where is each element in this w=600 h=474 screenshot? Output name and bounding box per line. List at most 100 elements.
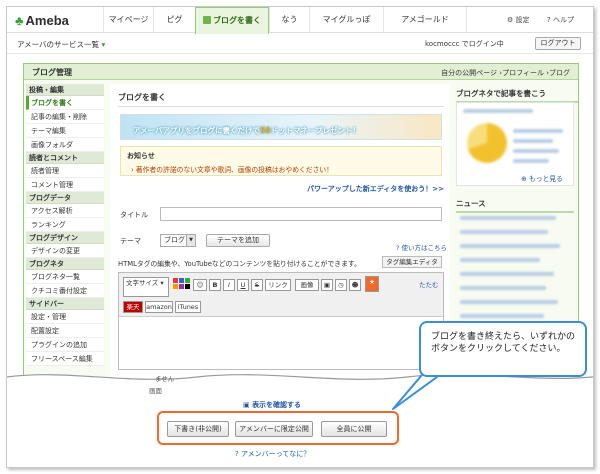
theme-label: テーマ bbox=[120, 237, 141, 245]
underline-button[interactable]: U bbox=[237, 279, 249, 291]
sidebar-category: サイドバー bbox=[26, 298, 104, 310]
italic-button[interactable]: I bbox=[223, 279, 235, 291]
news-item[interactable] bbox=[460, 258, 540, 262]
neta-heading: ブログネタで記事を書こう bbox=[456, 88, 578, 103]
nav-mypage[interactable]: マイページ bbox=[103, 7, 153, 33]
truncated-text: 画面 bbox=[149, 387, 162, 395]
news-item[interactable] bbox=[460, 230, 548, 234]
pigg-icon[interactable]: ★ bbox=[365, 276, 379, 292]
amember-help-link[interactable]: ? アメンバーってなに？ bbox=[235, 449, 310, 459]
save-draft-button[interactable]: 下書き(非公開) bbox=[167, 421, 229, 437]
truncated-text: ません bbox=[155, 375, 175, 383]
collapse-toolbar-link[interactable]: たたむ bbox=[419, 279, 439, 289]
sidebar-item-freespace[interactable]: フリースペース編集 bbox=[26, 352, 104, 366]
font-size-select[interactable]: 文字サイズ ▾ bbox=[123, 277, 169, 297]
chevron-right-icon: ⊕ bbox=[521, 175, 527, 183]
sidebar-category: ブログネタ bbox=[26, 258, 104, 270]
sidebar-item-readers[interactable]: 読者管理 bbox=[26, 164, 104, 178]
blurred-text bbox=[513, 139, 553, 143]
strike-button[interactable]: S bbox=[251, 279, 263, 291]
add-theme-button[interactable]: テーマを追加 bbox=[206, 234, 270, 247]
panel-title: ブログ管理 bbox=[32, 68, 72, 77]
color-swatch[interactable] bbox=[173, 278, 178, 283]
sidebar-item-write[interactable]: ブログを書く bbox=[26, 96, 104, 110]
color-swatch[interactable] bbox=[179, 284, 184, 289]
news-item[interactable] bbox=[460, 286, 546, 290]
news-item[interactable] bbox=[460, 300, 558, 304]
panel-header: ブログ管理 自分の公開ページ ›プロフィール ›ブログ bbox=[24, 64, 578, 80]
sidebar-item-theme-edit[interactable]: テーマ編集 bbox=[26, 124, 104, 138]
color-swatch[interactable] bbox=[179, 278, 184, 283]
instruction-callout: ブログを書き終えたら、いずれかのボタンをクリックしてください。 bbox=[419, 321, 587, 377]
sidebar-item-image-folder[interactable]: 画像フォルダ bbox=[26, 138, 104, 152]
smile-icon[interactable]: ☻ bbox=[349, 279, 361, 291]
news-item[interactable] bbox=[460, 272, 554, 276]
sidebar-item-ranking[interactable]: ランキング bbox=[26, 218, 104, 232]
public-page-link[interactable]: 自分の公開ページ bbox=[441, 69, 497, 77]
gear-icon: ⚙ bbox=[507, 16, 514, 24]
blurred-text bbox=[463, 109, 533, 113]
neta-widget[interactable]: ⊕ もっと見る bbox=[456, 102, 574, 186]
clock-icon[interactable]: ◷ bbox=[335, 279, 347, 291]
news-item[interactable] bbox=[460, 216, 556, 220]
emoji-icon[interactable]: ☺ bbox=[193, 279, 207, 291]
blurred-text bbox=[513, 129, 563, 133]
sidebar-category: ブログデータ bbox=[26, 192, 104, 204]
sidebar-item-access[interactable]: アクセス解析 bbox=[26, 204, 104, 218]
notice-message[interactable]: › 著作者の許諾のない文章や歌詞、画像の投稿はおやめください！ bbox=[131, 164, 333, 174]
amazon-button[interactable]: amazon bbox=[145, 301, 173, 313]
chevron-down-icon: ▼ bbox=[186, 235, 195, 246]
service-list-menu[interactable]: アメーバのサービス一覧 ▾ bbox=[17, 39, 105, 50]
blog-link[interactable]: ブログ bbox=[549, 69, 570, 77]
help-link[interactable]: ? ヘルプ bbox=[547, 15, 574, 25]
sidebar-item-design[interactable]: デザインの変更 bbox=[26, 244, 104, 258]
profile-link[interactable]: プロフィール bbox=[502, 69, 544, 77]
new-editor-link[interactable]: パワーアップした新エディタを使おう！>> bbox=[307, 184, 444, 194]
tag-edit-tab[interactable]: タグ編集エディタ bbox=[382, 256, 442, 268]
sidebar-item-kuchikomi[interactable]: クチコミ番付設定 bbox=[26, 284, 104, 298]
rakuten-button[interactable]: 楽天 bbox=[123, 301, 143, 313]
sidebar-item-settings[interactable]: 設定・管理 bbox=[26, 310, 104, 324]
nav-write-blog[interactable]: ブログを書く bbox=[195, 7, 269, 34]
theme-select[interactable]: ブログ ▼ bbox=[160, 234, 196, 247]
sidebar-item-layout[interactable]: 配置設定 bbox=[26, 324, 104, 338]
blurred-text bbox=[513, 149, 559, 153]
sidebar-item-edit-delete[interactable]: 記事の編集・削除 bbox=[26, 110, 104, 124]
members-only-button[interactable]: アメンバーに限定公開 bbox=[235, 421, 313, 437]
title-input[interactable] bbox=[160, 207, 442, 221]
sidebar-category: ブログデザイン bbox=[26, 232, 104, 244]
usage-link[interactable]: ? 使い方はこちら bbox=[396, 242, 447, 252]
preview-link[interactable]: ▣ 表示を確認する bbox=[243, 400, 301, 410]
nav-pigg[interactable]: ピグ bbox=[153, 7, 195, 33]
sidebar: 投稿・編集 ブログを書く 記事の編集・削除 テーマ編集 画像フォルダ 読者とコメ… bbox=[26, 84, 104, 366]
more-link[interactable]: ⊕ もっと見る bbox=[521, 173, 563, 183]
settings-link[interactable]: ⚙ 設定 bbox=[507, 15, 530, 25]
help-icon: ? bbox=[547, 16, 551, 24]
chevron-down-icon: ▾ bbox=[101, 40, 106, 49]
ameba-logo[interactable]: ♣ Ameba bbox=[15, 13, 69, 28]
news-item[interactable] bbox=[460, 314, 544, 318]
publish-all-button[interactable]: 全員に公開 bbox=[321, 421, 387, 437]
nav-now[interactable]: なう bbox=[269, 7, 309, 33]
image-button[interactable]: 画像 bbox=[295, 279, 319, 291]
color-swatch[interactable] bbox=[185, 278, 190, 283]
color-swatch[interactable] bbox=[173, 284, 178, 289]
news-item[interactable] bbox=[460, 244, 560, 248]
video-icon[interactable]: ▣ bbox=[321, 279, 333, 291]
nav-amegold[interactable]: アメゴールド bbox=[383, 7, 467, 33]
sidebar-category: 投稿・編集 bbox=[26, 84, 104, 96]
global-header: ♣ Ameba マイページ ピグ ブログを書く なう マイグルっぽ アメゴールド … bbox=[7, 7, 593, 34]
editor-toolbar: 文字サイズ ▾ ☺ B I U S リンク 画像 ▣ ◷ ☻ ★ たたむ 楽天 … bbox=[119, 273, 443, 317]
sidebar-item-neta-list[interactable]: ブログネタ一覧 bbox=[26, 270, 104, 284]
nav-mygroup[interactable]: マイグルっぽ bbox=[309, 7, 383, 33]
sidebar-item-comments[interactable]: コメント管理 bbox=[26, 178, 104, 192]
itunes-button[interactable]: iTunes bbox=[175, 301, 201, 313]
promo-banner[interactable]: アメーバアプリをブログに書くだけで50ドットマネープレゼント! bbox=[120, 114, 442, 140]
sidebar-item-plugin[interactable]: プラグインの追加 bbox=[26, 338, 104, 352]
link-button[interactable]: リンク bbox=[265, 279, 291, 291]
body-editor[interactable]: 文字サイズ ▾ ☺ B I U S リンク 画像 ▣ ◷ ☻ ★ たたむ 楽天 … bbox=[118, 272, 444, 370]
logout-button[interactable]: ログアウト bbox=[535, 37, 581, 50]
color-swatch[interactable] bbox=[185, 284, 190, 289]
bold-button[interactable]: B bbox=[209, 279, 221, 291]
poll-pie-chart bbox=[467, 123, 507, 163]
